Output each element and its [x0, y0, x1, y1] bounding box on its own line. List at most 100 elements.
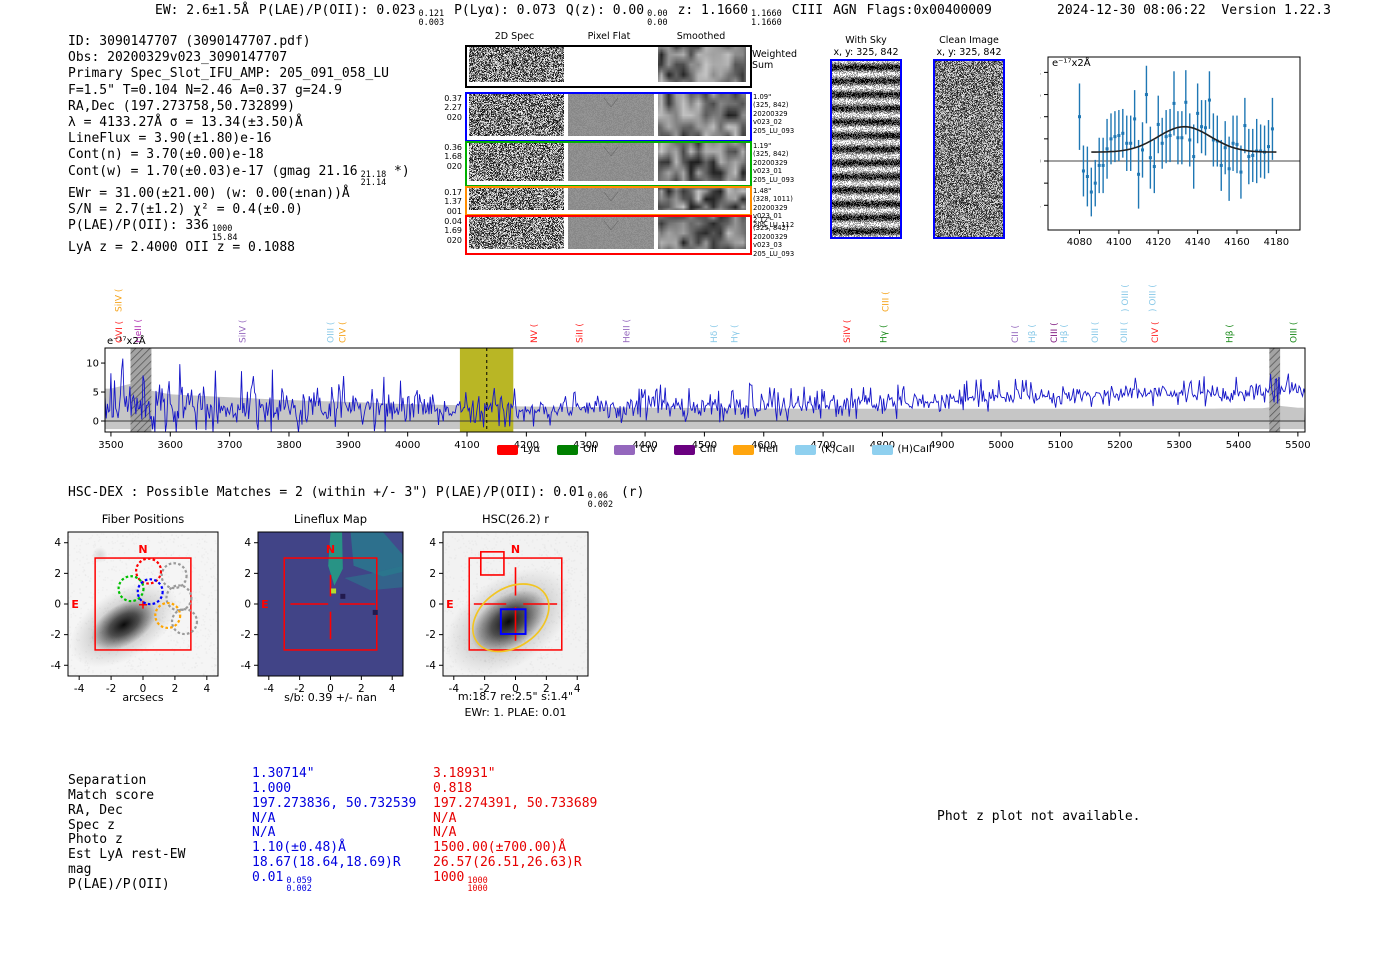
main-spec-ylabel: e⁻¹⁷x2Å — [107, 336, 146, 347]
east-label: E — [71, 598, 79, 611]
legend-entry: OII — [557, 444, 597, 455]
clean-noise-image — [935, 61, 1003, 237]
spectrum-legend: Lyα OII CIV CIII HeII (K)CaII (H)CaII — [497, 444, 932, 455]
value-uncertainty-frac: 0.059 0.002 — [286, 875, 312, 895]
legend-swatch — [871, 444, 893, 455]
match-row-label: Match score — [68, 787, 155, 803]
legend-swatch — [795, 444, 817, 455]
header-bar: EW: 2.6±1.5Å P(LAE)/P(OII): 0.023 0.121 0.… — [155, 3, 992, 28]
qz-value: Q(z): 0.00 0.00 0.00 — [565, 3, 668, 28]
clean-image — [933, 59, 1005, 239]
emission-line-label: CII ( — [1011, 325, 1021, 343]
fiber-circle — [154, 601, 182, 630]
fiber-circle — [165, 584, 193, 612]
spec2d-2d-image — [469, 94, 564, 136]
emission-line-label: CIII ( — [1050, 322, 1060, 343]
spec2d-2d-image — [469, 217, 564, 249]
y-tick-label: 4 — [429, 537, 436, 549]
spec2d-pixelflat-image — [568, 188, 654, 210]
x-tick-label: 4900 — [929, 440, 954, 451]
masked-band-hatch — [130, 348, 152, 432]
y-tick-label: 2 — [429, 568, 436, 580]
emission-line-label: OIII ( — [1120, 322, 1130, 343]
legend-label: HeII — [758, 444, 779, 455]
x-tick-label: 3800 — [276, 440, 301, 451]
plya-value: P(Lyα): 0.073 — [454, 3, 556, 18]
y-tick-label: -4 — [51, 660, 62, 672]
photz-note: Phot z plot not available. — [937, 809, 1141, 824]
y-tick-label: 8 — [1040, 68, 1041, 79]
fiber-positions-xlabel: arcsecs — [122, 691, 164, 704]
match-value-candidate-2: N/A — [433, 825, 457, 841]
x-tick-label: 3500 — [98, 440, 123, 451]
emission-line-label: NV ( — [530, 324, 540, 343]
x-tick-label: 5500 — [1285, 440, 1310, 451]
x-tick-label: 4080 — [1067, 237, 1092, 248]
fiber-circle — [170, 608, 199, 636]
match-value-candidate-1: N/A — [252, 810, 276, 826]
x-tick-label: 4140 — [1185, 237, 1210, 248]
info-cont-w: Cont(w) = 1.70(±0.03)e-17 (gmag 21.16 21.… — [68, 163, 410, 189]
match-value-candidate-2: 0.818 — [433, 780, 473, 796]
emission-line-label: ) OIII ( — [1121, 284, 1131, 312]
legend-swatch — [613, 444, 635, 455]
match-value-candidate-1: N/A — [252, 825, 276, 841]
spec2d-row-annotations: 1.09" (325, 842) 20200329 v023_02 205_LU_093 — [753, 93, 795, 135]
match-table-candidate-2: 3.18931" 0.818 197.274391, 50.733689 N/A N/A… — [433, 766, 597, 893]
legend-entry: CIII — [673, 444, 716, 455]
lineflux-map-sublabel: s/b: 0.39 +/- nan — [284, 691, 377, 704]
spec2d-pixelflat-image — [568, 94, 654, 136]
y-tick-label: 0 — [1040, 156, 1041, 167]
match-table-candidate-1: 1.30714" 1.000 197.273836, 50.732539 N/A N/A… — [252, 766, 416, 893]
legend-swatch — [732, 444, 754, 455]
legend-label: CIII — [699, 444, 716, 455]
spec2d-pixelflat-image — [568, 47, 654, 82]
info-lineflux: LineFlux = 3.90(±1.80)e-16 — [68, 131, 272, 147]
info-sn-chi: S/N = 2.7(±1.2) χ² = 0.4(±0.0) — [68, 201, 303, 217]
line-fit-plot: 8 6 4 2 0 -2 -4 4080 4100 4120 4140 4160 4180 — [1040, 56, 1301, 248]
emission-line-label: HeII ( — [623, 319, 633, 343]
x-tick-label: 3900 — [336, 440, 361, 451]
clean-image-coords: x, y: 325, 842 — [936, 46, 1002, 58]
spec2d-header-2dspec: 2D Spec — [494, 31, 535, 42]
match-value-candidate-2: 26.57(26.51,26.63)R — [433, 855, 582, 871]
info-ewr: EWr = 31.00(±21.00) (w: 0.00(±nan))Å — [68, 185, 350, 201]
match-value-candidate-1: 1.000 — [252, 780, 292, 796]
lineflux-map-title: Lineflux Map — [293, 512, 368, 526]
info-block: ID: 3090147707 (3090147707.pdf) Obs: 202… — [68, 34, 410, 256]
dark-fiber-point — [372, 609, 378, 615]
emission-line-label: CIII ( — [881, 291, 891, 312]
main-spectrum-plot: 3500 3600 3700 3800 3900 4000 4100 4200 4300 4400… — [86, 284, 1310, 451]
info-cont-n: Cont(n) = 3.70(±0.00)e-18 — [68, 147, 264, 163]
y-tick-label: 10 — [86, 359, 99, 370]
x-tick-label: 3600 — [158, 440, 183, 451]
match-value-candidate-2: 3.18931" — [433, 766, 496, 781]
emission-line-label: ) OIII ( — [1148, 284, 1158, 312]
north-label: N — [326, 543, 335, 556]
bright-fiber-point — [331, 588, 337, 594]
hsc-cutout-title: HSC(26.2) r — [482, 512, 549, 526]
x-tick-label: 5000 — [988, 440, 1013, 451]
east-label: E — [261, 598, 269, 611]
y-tick-label: 0 — [93, 416, 99, 427]
neighbor-square — [479, 551, 505, 576]
fiber-circle — [160, 562, 188, 590]
info-obs: Obs: 20200329v023_3090147707 — [68, 50, 288, 66]
with-sky-title: With Sky x, y: 325, 842 — [820, 35, 912, 58]
emission-line-label: CIV ( — [338, 322, 348, 343]
match-value-candidate-1: 1.30714" — [252, 766, 315, 781]
emission-line-label: Hβ ( — [1028, 324, 1038, 343]
north-label: N — [511, 543, 520, 556]
emission-line-label: OIII ( — [327, 322, 337, 343]
info-amp: Primary Spec_Slot_IFU_AMP: 205_091_058_L… — [68, 66, 389, 82]
info-plae: P(LAE)/P(OII): 336 1000 15.84 — [68, 218, 238, 243]
north-label: N — [138, 543, 147, 556]
hsc-plae-frac: 0.06 0.002 — [587, 491, 614, 510]
y-tick-label: -2 — [51, 629, 61, 641]
spec2d-row — [465, 45, 752, 88]
spec2d-row-weights: 0.17 1.37 001 — [444, 188, 462, 216]
legend-entry: HeII — [732, 444, 779, 455]
legend-label: (K)CaII — [821, 444, 855, 455]
y-tick-label: 4 — [1040, 112, 1041, 123]
spec2d-row-weights: 0.04 1.69 020 — [444, 217, 462, 245]
